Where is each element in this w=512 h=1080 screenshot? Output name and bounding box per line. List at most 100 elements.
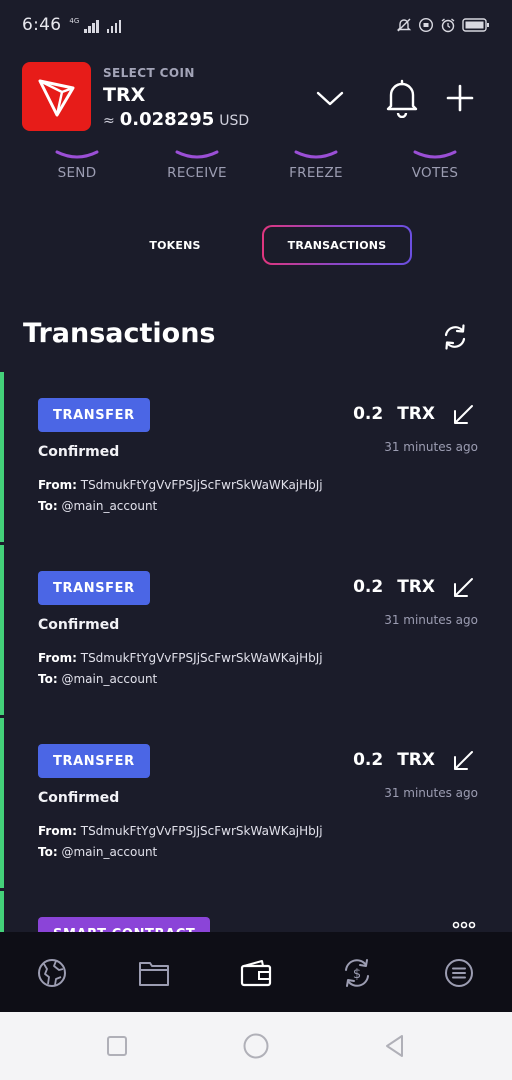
transaction-card[interactable]: TRANSFER Confirmed From: TSdmukFtYgVvFPS… xyxy=(0,718,512,888)
send-arc-icon xyxy=(55,150,99,159)
refresh-icon xyxy=(444,324,466,350)
wallet-icon xyxy=(240,960,272,987)
bell-icon xyxy=(386,79,418,118)
tx-to: To: @main_account xyxy=(38,672,157,686)
recents-icon[interactable] xyxy=(103,1032,131,1060)
votes-arc-icon xyxy=(413,150,457,159)
send-action[interactable]: SEND xyxy=(27,150,127,181)
nav-menu[interactable] xyxy=(442,956,476,990)
incoming-arrow-icon xyxy=(454,751,473,770)
select-coin-label: SELECT COIN xyxy=(103,66,195,80)
votes-action[interactable]: VOTES xyxy=(385,150,485,181)
tab-transactions[interactable]: TRANSACTIONS xyxy=(262,225,412,265)
from-address: TSdmukFtYgVvFPSJjScFwrSkWaWKajHbJj xyxy=(80,651,323,665)
tx-time: 31 minutes ago xyxy=(384,440,478,454)
tx-amount: 0.2 TRX xyxy=(353,404,435,424)
chevron-down-icon xyxy=(316,91,344,106)
to-address: @main_account xyxy=(61,672,158,686)
bottom-nav: $ xyxy=(0,932,512,1012)
tx-to: To: @main_account xyxy=(38,499,157,513)
status-bar-accent xyxy=(0,891,4,932)
plus-icon xyxy=(446,84,474,112)
coin-price: ≈ 0.028295 USD xyxy=(103,109,249,130)
amount-currency: TRX xyxy=(397,577,435,597)
transaction-card[interactable]: TRANSFER Confirmed From: TSdmukFtYgVvFPS… xyxy=(0,372,512,542)
incoming-arrow-icon xyxy=(454,578,473,597)
back-icon[interactable] xyxy=(381,1032,409,1060)
tx-status: Confirmed xyxy=(38,617,120,633)
network-type: 4G xyxy=(69,17,80,25)
freeze-arc-icon xyxy=(294,150,338,159)
tx-amount: 0.2 TRX xyxy=(353,750,435,770)
actions-row: SEND RECEIVE FREEZE VOTES xyxy=(0,150,512,190)
alarm-icon xyxy=(441,18,455,33)
more-icon xyxy=(452,921,476,929)
receive-label: RECEIVE xyxy=(167,165,227,181)
amount-currency: TRX xyxy=(397,750,435,770)
transaction-card[interactable]: SMART CONTRACT xyxy=(0,891,512,932)
coin-dropdown-button[interactable] xyxy=(308,76,352,120)
amount-currency: TRX xyxy=(397,404,435,424)
home-icon[interactable] xyxy=(242,1032,270,1060)
menu-icon xyxy=(445,959,473,987)
signal-icon-2 xyxy=(106,20,122,33)
status-bar-accent xyxy=(0,718,4,888)
coin-symbol[interactable]: TRX xyxy=(103,84,145,106)
tx-time: 31 minutes ago xyxy=(384,786,478,800)
freeze-label: FREEZE xyxy=(289,165,343,181)
globe-icon xyxy=(38,959,66,987)
amount-value: 0.2 xyxy=(353,750,384,770)
from-label: From: xyxy=(38,824,77,838)
system-nav-bar xyxy=(0,1012,512,1080)
tx-from: From: TSdmukFtYgVvFPSJjScFwrSkWaWKajHbJj xyxy=(38,478,323,492)
tx-status: Confirmed xyxy=(38,444,120,460)
to-address: @main_account xyxy=(61,845,158,859)
amount-value: 0.2 xyxy=(353,404,384,424)
transaction-card[interactable]: TRANSFER Confirmed From: TSdmukFtYgVvFPS… xyxy=(0,545,512,715)
status-time: 6:46 xyxy=(22,15,62,35)
tx-to: To: @main_account xyxy=(38,845,157,859)
status-right-icons xyxy=(396,17,490,33)
signal-icons: 4G xyxy=(69,17,122,33)
nav-globe[interactable] xyxy=(35,956,69,990)
from-address: TSdmukFtYgVvFPSJjScFwrSkWaWKajHbJj xyxy=(80,478,323,492)
tx-type-badge: TRANSFER xyxy=(38,571,150,605)
receive-action[interactable]: RECEIVE xyxy=(147,150,247,181)
votes-label: VOTES xyxy=(411,165,459,181)
price-value: 0.028295 xyxy=(119,109,215,130)
freeze-action[interactable]: FREEZE xyxy=(266,150,366,181)
add-coin-button[interactable] xyxy=(438,76,482,120)
refresh-button[interactable] xyxy=(440,322,470,352)
mute-icon xyxy=(396,18,412,32)
from-address: TSdmukFtYgVvFPSJjScFwrSkWaWKajHbJj xyxy=(80,824,323,838)
svg-text:$: $ xyxy=(353,967,361,982)
to-address: @main_account xyxy=(61,499,158,513)
tron-logo-icon[interactable] xyxy=(22,62,91,131)
nav-wallet[interactable] xyxy=(239,956,273,990)
tx-type-badge: TRANSFER xyxy=(38,398,150,432)
tx-type-badge: TRANSFER xyxy=(38,744,150,778)
tx-from: From: TSdmukFtYgVvFPSJjScFwrSkWaWKajHbJj xyxy=(38,651,323,665)
receive-arc-icon xyxy=(175,150,219,159)
tx-status: Confirmed xyxy=(38,790,120,806)
amount-value: 0.2 xyxy=(353,577,384,597)
tx-amount: 0.2 TRX xyxy=(353,577,435,597)
approx-sign: ≈ xyxy=(103,113,115,129)
nav-exchange[interactable]: $ xyxy=(340,956,374,990)
price-currency: USD xyxy=(219,113,250,129)
status-bar-accent xyxy=(0,545,4,715)
notifications-button[interactable] xyxy=(380,76,424,120)
status-bar-accent xyxy=(0,372,4,542)
to-label: To: xyxy=(38,672,58,686)
coin-header: SELECT COIN TRX ≈ 0.028295 USD xyxy=(22,62,490,132)
from-label: From: xyxy=(38,651,77,665)
folder-icon xyxy=(139,962,169,986)
dnd-icon xyxy=(418,17,434,33)
tab-tokens[interactable]: TOKENS xyxy=(130,225,220,265)
battery-icon xyxy=(462,18,489,32)
signal-icon xyxy=(84,20,99,33)
tx-from: From: TSdmukFtYgVvFPSJjScFwrSkWaWKajHbJj xyxy=(38,824,323,838)
incoming-arrow-icon xyxy=(454,405,473,424)
nav-folder[interactable] xyxy=(137,956,171,990)
status-bar: 6:46 4G xyxy=(0,0,512,50)
